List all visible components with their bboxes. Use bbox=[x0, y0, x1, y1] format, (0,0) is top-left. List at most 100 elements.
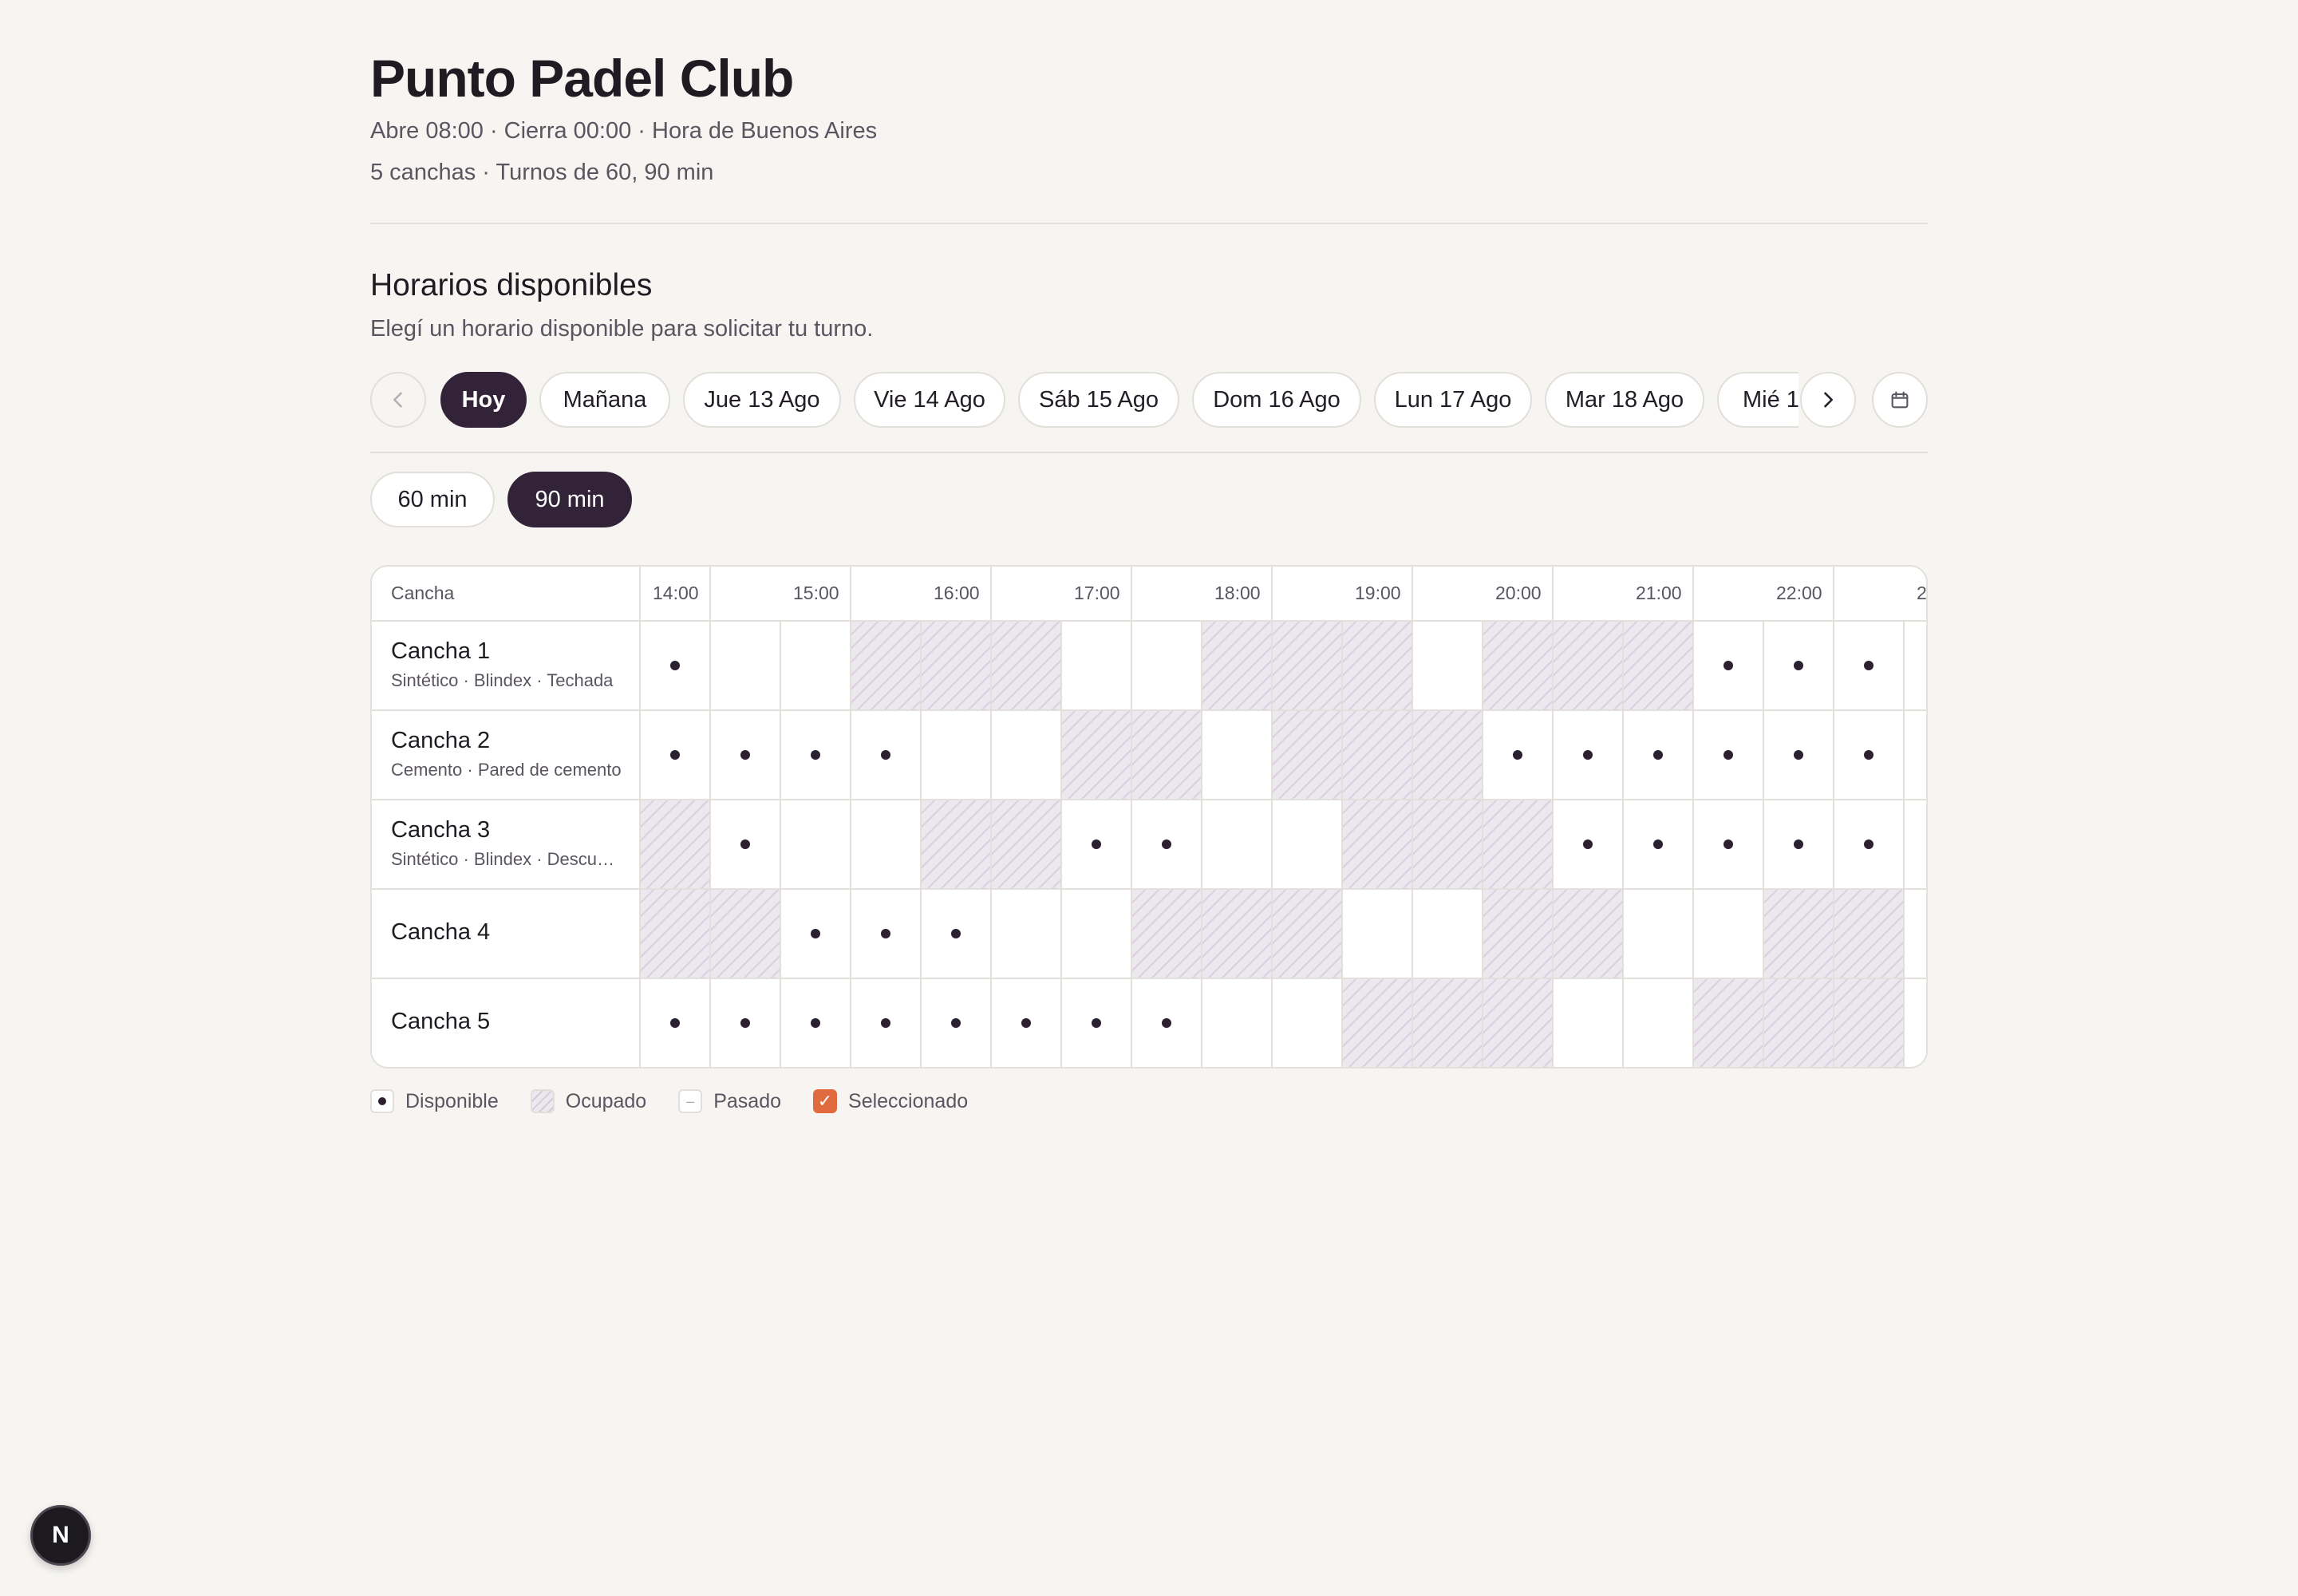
slot-available[interactable] bbox=[851, 978, 921, 1067]
date-chip[interactable]: Vie 14 Ago bbox=[854, 372, 1005, 428]
slot-busy bbox=[1483, 621, 1553, 710]
column-divider bbox=[1131, 567, 1132, 1067]
club-info: 5 canchas · Turnos de 60, 90 min bbox=[370, 160, 714, 185]
slot-available[interactable] bbox=[640, 621, 710, 710]
calendar-icon bbox=[1891, 391, 1909, 409]
column-divider bbox=[1341, 621, 1343, 1067]
available-dot bbox=[1583, 839, 1593, 849]
slot-busy bbox=[1272, 889, 1342, 978]
slot-empty bbox=[780, 800, 851, 889]
slot-available[interactable] bbox=[1693, 621, 1763, 710]
date-chip[interactable]: Sáb 15 Ago bbox=[1018, 372, 1179, 428]
slot-available[interactable] bbox=[921, 889, 991, 978]
slot-busy bbox=[1483, 800, 1553, 889]
slot-busy bbox=[1693, 978, 1763, 1067]
time-label: 22:00 bbox=[1776, 583, 1822, 603]
slot-available[interactable] bbox=[1131, 978, 1202, 1067]
dev-tools-badge[interactable]: N bbox=[30, 1505, 91, 1566]
prev-dates-button[interactable] bbox=[370, 372, 426, 428]
slot-empty bbox=[1904, 889, 1926, 978]
column-divider bbox=[1833, 567, 1834, 1067]
slot-busy bbox=[640, 800, 710, 889]
slot-busy bbox=[1412, 978, 1483, 1067]
available-dot bbox=[1653, 839, 1663, 849]
slot-available[interactable] bbox=[1553, 800, 1623, 889]
available-dot bbox=[881, 929, 890, 938]
date-chip[interactable]: Mar 18 Ago bbox=[1545, 372, 1704, 428]
slot-available[interactable] bbox=[710, 800, 780, 889]
column-divider bbox=[990, 567, 992, 1067]
date-chip[interactable]: Mañana bbox=[539, 372, 670, 428]
slot-empty bbox=[851, 800, 921, 889]
available-swatch bbox=[370, 1089, 394, 1113]
slot-available[interactable] bbox=[1131, 800, 1202, 889]
slot-busy bbox=[921, 621, 991, 710]
date-chip-today[interactable]: Hoy bbox=[440, 372, 527, 428]
available-dot bbox=[881, 750, 890, 760]
slot-empty bbox=[780, 621, 851, 710]
slot-available[interactable] bbox=[780, 710, 851, 800]
row-divider bbox=[372, 799, 1926, 800]
calendar-button[interactable] bbox=[1872, 372, 1928, 428]
available-dot bbox=[811, 929, 820, 938]
slot-busy bbox=[1412, 710, 1483, 800]
time-label: 23:00 bbox=[1917, 583, 1927, 603]
available-dot bbox=[1724, 839, 1733, 849]
slot-available[interactable] bbox=[1623, 800, 1693, 889]
slot-available[interactable] bbox=[710, 978, 780, 1067]
time-label: 19:00 bbox=[1355, 583, 1401, 603]
slot-available[interactable] bbox=[991, 978, 1061, 1067]
column-divider bbox=[709, 567, 711, 1067]
slot-available[interactable] bbox=[780, 978, 851, 1067]
time-label: 15:00 bbox=[793, 583, 839, 603]
column-divider bbox=[1201, 621, 1202, 1067]
slot-available[interactable] bbox=[851, 710, 921, 800]
slot-available[interactable] bbox=[1834, 621, 1904, 710]
slot-empty bbox=[1272, 800, 1342, 889]
slot-available[interactable] bbox=[640, 710, 710, 800]
legend-label: Pasado bbox=[713, 1089, 782, 1112]
slot-available[interactable] bbox=[1763, 710, 1834, 800]
slot-available[interactable] bbox=[1061, 800, 1131, 889]
column-divider bbox=[920, 621, 922, 1067]
available-dot bbox=[670, 1018, 680, 1028]
next-dates-button[interactable] bbox=[1800, 372, 1856, 428]
slot-available[interactable] bbox=[1834, 710, 1904, 800]
slot-empty bbox=[1202, 800, 1272, 889]
slot-available[interactable] bbox=[710, 710, 780, 800]
slot-available[interactable] bbox=[780, 889, 851, 978]
available-dot bbox=[811, 750, 820, 760]
slot-available[interactable] bbox=[1483, 710, 1553, 800]
slot-empty bbox=[991, 710, 1061, 800]
slot-available[interactable] bbox=[1623, 710, 1693, 800]
time-label: 18:00 bbox=[1214, 583, 1261, 603]
date-chip[interactable]: Dom 16 Ago bbox=[1192, 372, 1361, 428]
slot-available[interactable] bbox=[1553, 710, 1623, 800]
duration-60-button[interactable]: 60 min bbox=[370, 472, 495, 527]
slot-available[interactable] bbox=[851, 889, 921, 978]
date-chip[interactable]: Lun 17 Ago bbox=[1374, 372, 1532, 428]
court-name: Cancha 4 bbox=[391, 919, 491, 945]
slot-available[interactable] bbox=[1061, 978, 1131, 1067]
legend-label: Ocupado bbox=[565, 1089, 647, 1112]
slot-available[interactable] bbox=[1693, 800, 1763, 889]
available-dot bbox=[1583, 750, 1593, 760]
date-chip-list: Hoy Mañana Jue 13 Ago Vie 14 Ago Sáb 15 … bbox=[440, 372, 1799, 428]
slot-empty bbox=[1623, 978, 1693, 1067]
date-chip[interactable]: Mié 19 Ago bbox=[1717, 372, 1799, 428]
slot-busy bbox=[1763, 889, 1834, 978]
available-dot bbox=[1162, 839, 1171, 849]
slot-available[interactable] bbox=[1763, 800, 1834, 889]
slot-available[interactable] bbox=[1693, 710, 1763, 800]
available-dot bbox=[811, 1018, 820, 1028]
row-divider bbox=[372, 709, 1926, 711]
slot-available[interactable] bbox=[1834, 800, 1904, 889]
slot-busy bbox=[710, 889, 780, 978]
date-chip[interactable]: Jue 13 Ago bbox=[683, 372, 841, 428]
slot-available[interactable] bbox=[921, 978, 991, 1067]
slot-available[interactable] bbox=[640, 978, 710, 1067]
slot-busy bbox=[1061, 710, 1131, 800]
available-dot bbox=[1092, 1018, 1101, 1028]
duration-90-button[interactable]: 90 min bbox=[507, 472, 632, 527]
slot-available[interactable] bbox=[1763, 621, 1834, 710]
